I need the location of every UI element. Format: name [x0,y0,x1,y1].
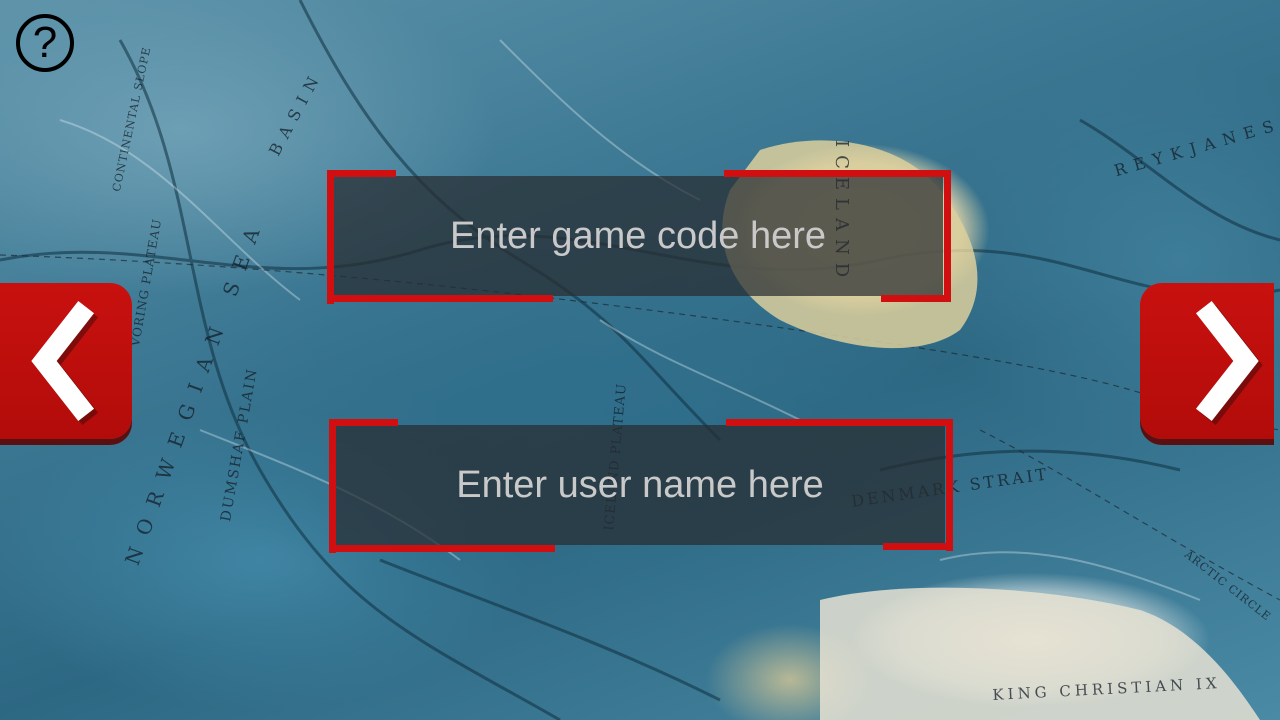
game-screen: BASIN ICELAND REYKJANES DENMARK STRAIT N… [0,0,1280,720]
help-button[interactable]: ? [16,14,74,72]
chevron-right-icon [1195,300,1263,426]
user-name-input[interactable] [335,425,945,545]
frame-corner-left [327,170,334,304]
map-label-king-christian: KING CHRISTIAN IX [992,674,1221,704]
map-label-basin: BASIN [265,66,327,159]
frame-corner-right [944,170,951,302]
frame-corner-top-left [327,170,396,177]
frame-corner-bottom-right [881,295,951,302]
map-label-dumshaf-plain: DUMSHAF PLAIN [218,366,261,523]
frame-corner-right [946,419,953,551]
user-name-frame [329,419,953,553]
frame-corner-bottom-right [883,543,953,550]
game-code-input[interactable] [333,176,943,296]
chevron-left-icon [31,300,99,426]
next-button[interactable] [1140,283,1274,439]
previous-button[interactable] [0,283,132,439]
map-label-reykjanes: REYKJANES [1112,114,1280,181]
frame-corner-top-right [726,419,953,426]
frame-corner-top-right [724,170,951,177]
frame-corner-bottom-left [329,545,555,552]
map-label-arctic-circle: ARCTIC CIRCLE [1181,548,1274,624]
map-label-continental-slope: CONTINENTAL SLOPE [110,45,154,193]
game-code-frame [327,170,951,304]
frame-corner-bottom-left [327,295,553,302]
frame-corner-left [329,419,336,553]
map-label-voring-plateau: VORING PLATEAU [128,217,165,348]
frame-corner-top-left [329,419,398,426]
question-mark-icon: ? [32,18,58,67]
